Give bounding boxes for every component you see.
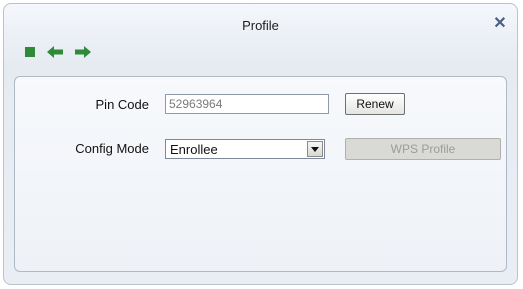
config-mode-value: Enrollee	[170, 142, 218, 157]
pin-code-label: Pin Code	[95, 97, 149, 112]
arrow-left-icon[interactable]	[46, 45, 64, 59]
renew-button[interactable]: Renew	[345, 93, 405, 115]
close-icon[interactable]: ✕	[492, 16, 508, 32]
config-mode-label: Config Mode	[75, 141, 149, 156]
window-title: Profile	[242, 18, 279, 33]
stop-icon[interactable]	[24, 46, 36, 58]
toolbar	[24, 42, 102, 62]
wps-profile-button: WPS Profile	[345, 138, 501, 160]
pin-code-field[interactable]	[165, 94, 329, 114]
arrow-right-icon[interactable]	[74, 45, 92, 59]
profile-panel: Pin Code Renew Config Mode Enrollee WPS …	[14, 76, 507, 272]
chevron-down-icon[interactable]	[307, 141, 323, 157]
profile-window: Profile ✕ Pin Code Renew Config Mode Enr…	[3, 3, 518, 285]
config-mode-select[interactable]: Enrollee	[165, 139, 325, 159]
